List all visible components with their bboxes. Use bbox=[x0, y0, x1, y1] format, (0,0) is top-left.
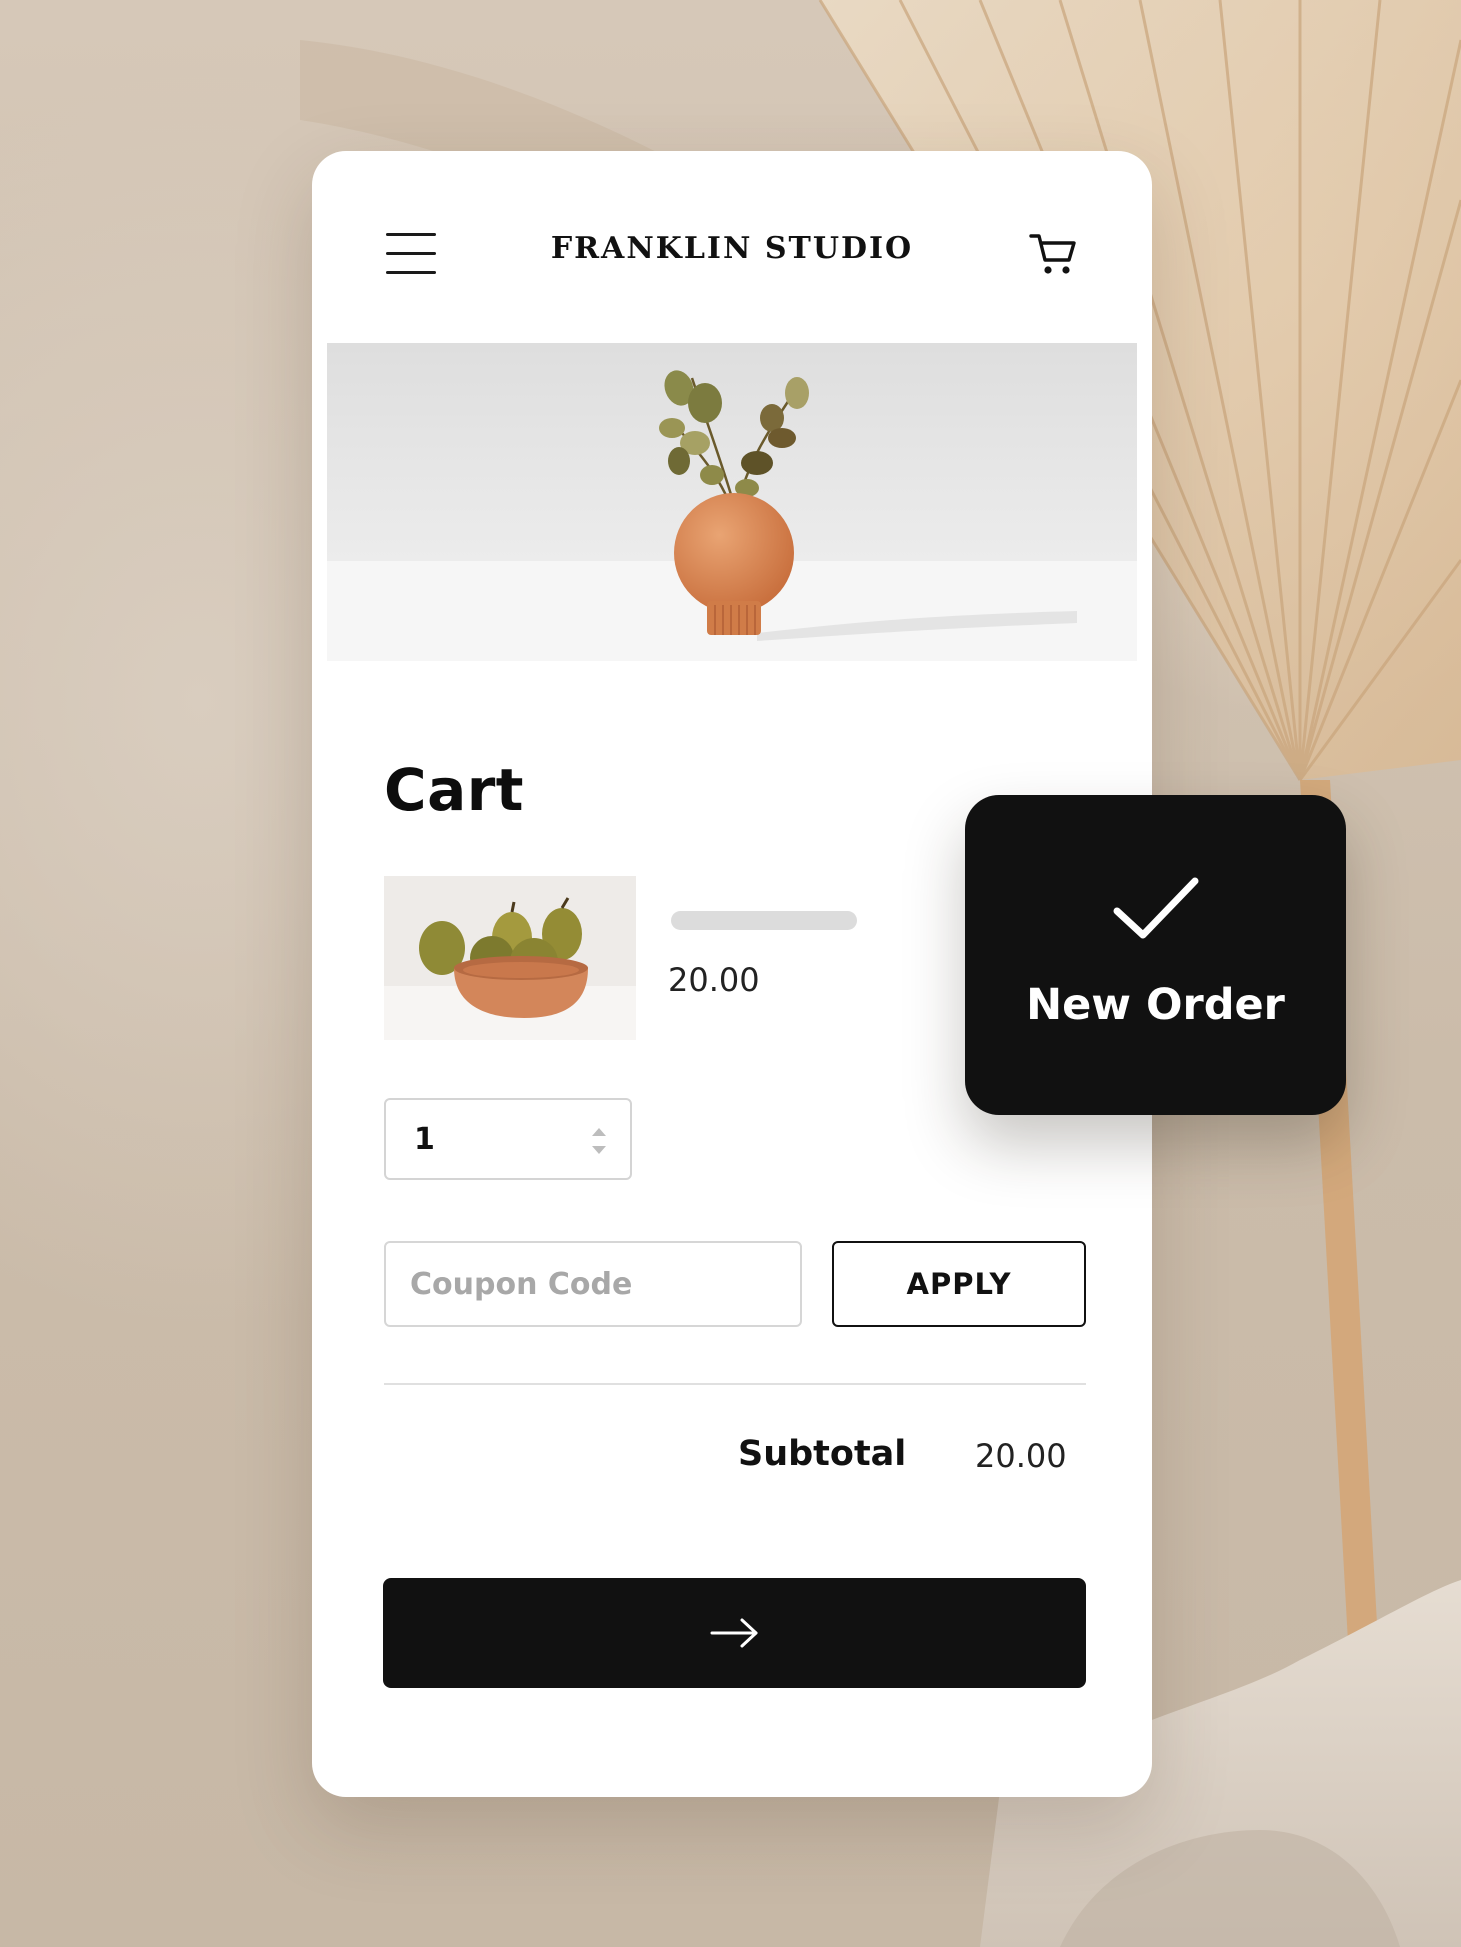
quantity-value: 1 bbox=[414, 1122, 435, 1157]
arrow-right-icon bbox=[710, 1618, 758, 1648]
store-header: FRANKLIN STUDIO bbox=[312, 151, 1152, 341]
store-brand-title: FRANKLIN STUDIO bbox=[550, 231, 914, 266]
quantity-stepper-icon[interactable] bbox=[590, 1124, 608, 1158]
shopping-cart-icon[interactable] bbox=[1028, 231, 1078, 277]
coupon-code-input[interactable] bbox=[384, 1241, 802, 1327]
toast-label: New Order bbox=[1026, 980, 1285, 1030]
checkmark-icon bbox=[1113, 877, 1199, 939]
product-name-placeholder bbox=[671, 911, 857, 930]
apply-coupon-button[interactable]: APPLY bbox=[832, 1241, 1086, 1327]
product-price: 20.00 bbox=[668, 961, 760, 999]
new-order-toast[interactable]: New Order bbox=[965, 795, 1346, 1115]
divider bbox=[384, 1383, 1086, 1385]
product-thumbnail[interactable] bbox=[384, 876, 636, 1040]
hero-product-image bbox=[327, 343, 1137, 661]
checkout-button[interactable] bbox=[383, 1578, 1086, 1688]
cart-title: Cart bbox=[384, 756, 525, 824]
quantity-input[interactable]: 1 bbox=[384, 1098, 632, 1180]
subtotal-value: 20.00 bbox=[975, 1437, 1067, 1475]
subtotal-label: Subtotal bbox=[738, 1434, 907, 1474]
